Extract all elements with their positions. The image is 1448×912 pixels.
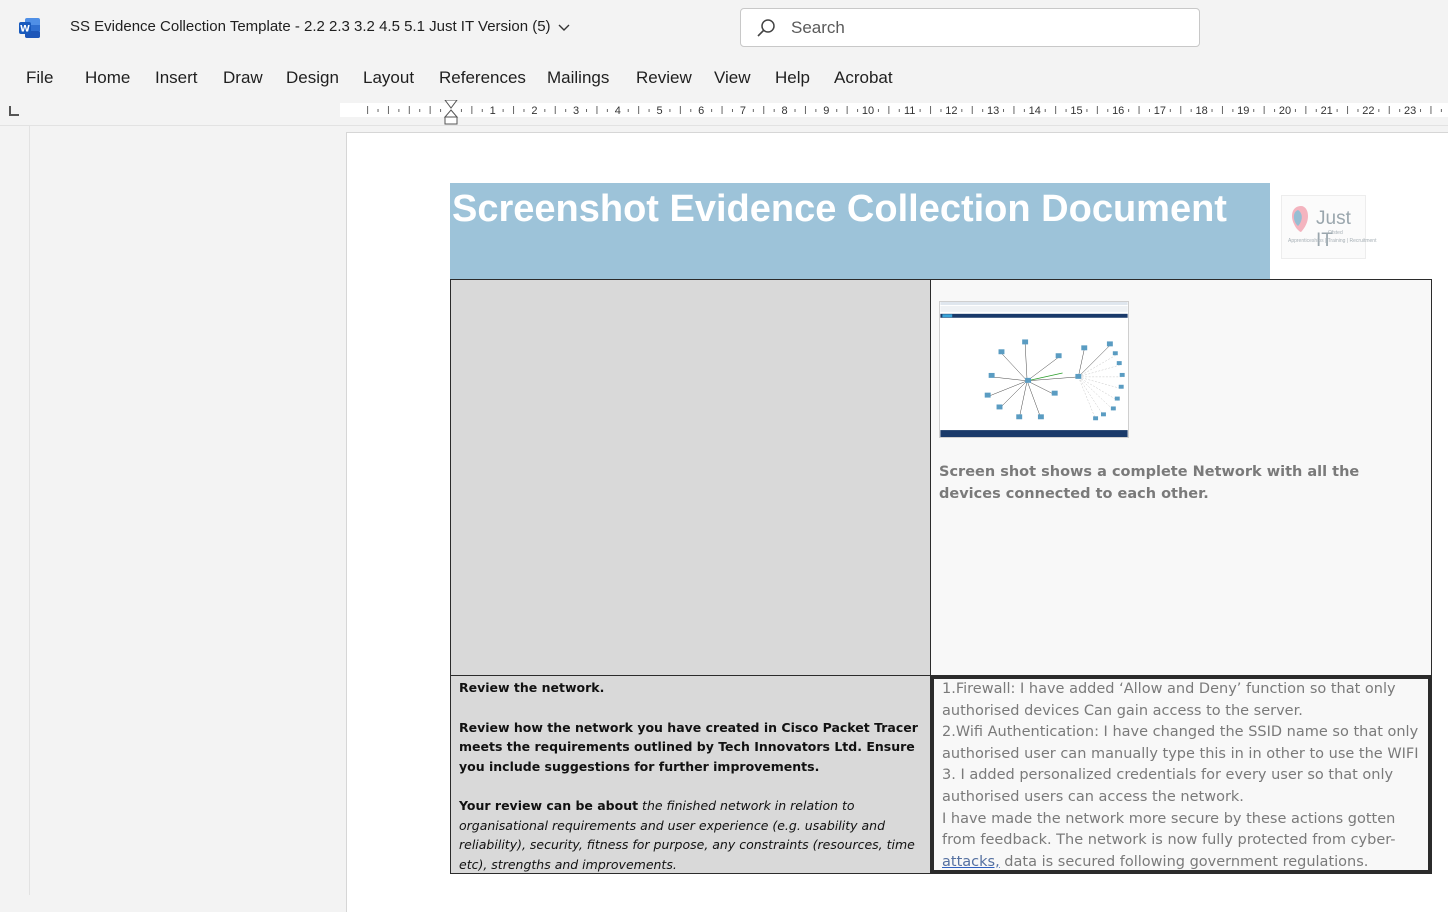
- page-title[interactable]: Screenshot Evidence Collection Document: [452, 185, 1252, 233]
- answer-credentials[interactable]: 3. I added personalized credentials for …: [942, 765, 1430, 808]
- ruler-number: 12: [945, 105, 957, 117]
- tab-file[interactable]: File: [26, 68, 53, 88]
- tab-insert[interactable]: Insert: [155, 68, 198, 88]
- answer-firewall[interactable]: 1.Firewall: I have added ‘Allow and Deny…: [942, 679, 1430, 722]
- title-banner: Screenshot Evidence Collection Document: [450, 183, 1270, 279]
- vertical-ruler: [0, 126, 30, 895]
- horizontal-ruler[interactable]: 12345678910111213141516171819202122232: [0, 100, 1448, 126]
- answer-summary-b: data is secured following government reg…: [999, 853, 1369, 870]
- screenshot-caption[interactable]: Screen shot shows a complete Network wit…: [939, 461, 1409, 505]
- ruler-number: 16: [1112, 105, 1124, 117]
- spelling-flag[interactable]: attacks,: [942, 854, 1000, 870]
- ruler-number: 7: [740, 105, 746, 117]
- ruler-number: 19: [1237, 105, 1249, 117]
- ruler-number: 21: [1321, 105, 1333, 117]
- review-heading[interactable]: Review the network.: [459, 678, 924, 698]
- tab-layout[interactable]: Layout: [363, 68, 414, 88]
- tab-references[interactable]: References: [439, 68, 526, 88]
- ruler-scale: 12345678910111213141516171819202122232: [340, 100, 1448, 125]
- ruler-number: 14: [1029, 105, 1041, 117]
- table-cell-screenshot[interactable]: Screen shot shows a complete Network wit…: [931, 280, 1431, 676]
- logo-tagline: Apprenticeships | Training | Recruitment: [1288, 238, 1377, 244]
- tab-view[interactable]: View: [714, 68, 751, 88]
- ruler-number: 18: [1195, 105, 1207, 117]
- ruler-number: 6: [698, 105, 704, 117]
- tab-review[interactable]: Review: [636, 68, 692, 88]
- answer-summary[interactable]: I have made the network more secure by t…: [942, 809, 1430, 874]
- ruler-number: 4: [615, 105, 621, 117]
- tab-help[interactable]: Help: [775, 68, 810, 88]
- review-instruction[interactable]: Review how the network you have created …: [459, 718, 924, 777]
- ruler-number: 2: [531, 105, 537, 117]
- ruler-number: 8: [782, 105, 788, 117]
- review-about[interactable]: Your review can be about the finished ne…: [459, 796, 924, 874]
- review-instructions: Review the network. Review how the netwo…: [459, 678, 924, 894]
- review-answer: 1.Firewall: I have added ‘Allow and Deny…: [942, 679, 1430, 873]
- document-title-text: SS Evidence Collection Template - 2.2 2.…: [70, 18, 551, 35]
- ruler-number: 17: [1154, 105, 1166, 117]
- ruler-number: 22: [1362, 105, 1374, 117]
- tab-acrobat[interactable]: Acrobat: [834, 68, 893, 88]
- tab-draw[interactable]: Draw: [223, 68, 263, 88]
- just-it-logo[interactable]: Just IT Ofsted Apprenticeships | Trainin…: [1281, 195, 1376, 259]
- answer-summary-a: I have made the network more secure by t…: [942, 810, 1396, 849]
- ruler-number: 15: [1070, 105, 1082, 117]
- chevron-down-icon[interactable]: [557, 20, 571, 34]
- ruler-number: 11: [904, 105, 915, 117]
- ruler-number: 5: [656, 105, 662, 117]
- tab-design[interactable]: Design: [286, 68, 339, 88]
- svg-text:W: W: [20, 25, 30, 35]
- ruler-number: 23: [1404, 105, 1416, 117]
- network-screenshot-image[interactable]: [939, 301, 1129, 438]
- ruler-number: 20: [1279, 105, 1291, 117]
- tab-home[interactable]: Home: [85, 68, 130, 88]
- search-icon: [757, 18, 775, 37]
- logo-mark-icon: [1292, 206, 1308, 232]
- ribbon-tabs: File Home Insert Draw Design Layout Refe…: [0, 56, 1448, 100]
- search-input[interactable]: Search: [791, 18, 845, 38]
- table-cell-empty[interactable]: [451, 280, 931, 676]
- document-title[interactable]: SS Evidence Collection Template - 2.2 2.…: [70, 18, 571, 35]
- ruler-number: 13: [987, 105, 999, 117]
- ruler-number: 3: [573, 105, 579, 117]
- search-box[interactable]: Search: [740, 8, 1200, 47]
- evidence-table: Screen shot shows a complete Network wit…: [450, 279, 1432, 874]
- table-cell-review-prompt[interactable]: Review the network. Review how the netwo…: [451, 676, 931, 873]
- logo-sub: Ofsted: [1328, 230, 1343, 236]
- ruler-number: 9: [823, 105, 829, 117]
- word-icon[interactable]: W: [19, 17, 41, 39]
- tab-mailings[interactable]: Mailings: [547, 68, 609, 88]
- answer-wifi[interactable]: 2.Wifi Authentication: I have changed th…: [942, 722, 1430, 765]
- ruler-number: 1: [490, 105, 496, 117]
- tab-selector-icon[interactable]: [9, 106, 19, 116]
- title-bar: W SS Evidence Collection Template - 2.2 …: [0, 0, 1448, 56]
- review-about-lead: Your review can be about: [459, 798, 639, 813]
- table-cell-review-answer[interactable]: 1.Firewall: I have added ‘Allow and Deny…: [931, 676, 1431, 873]
- ruler-number: 10: [862, 105, 874, 117]
